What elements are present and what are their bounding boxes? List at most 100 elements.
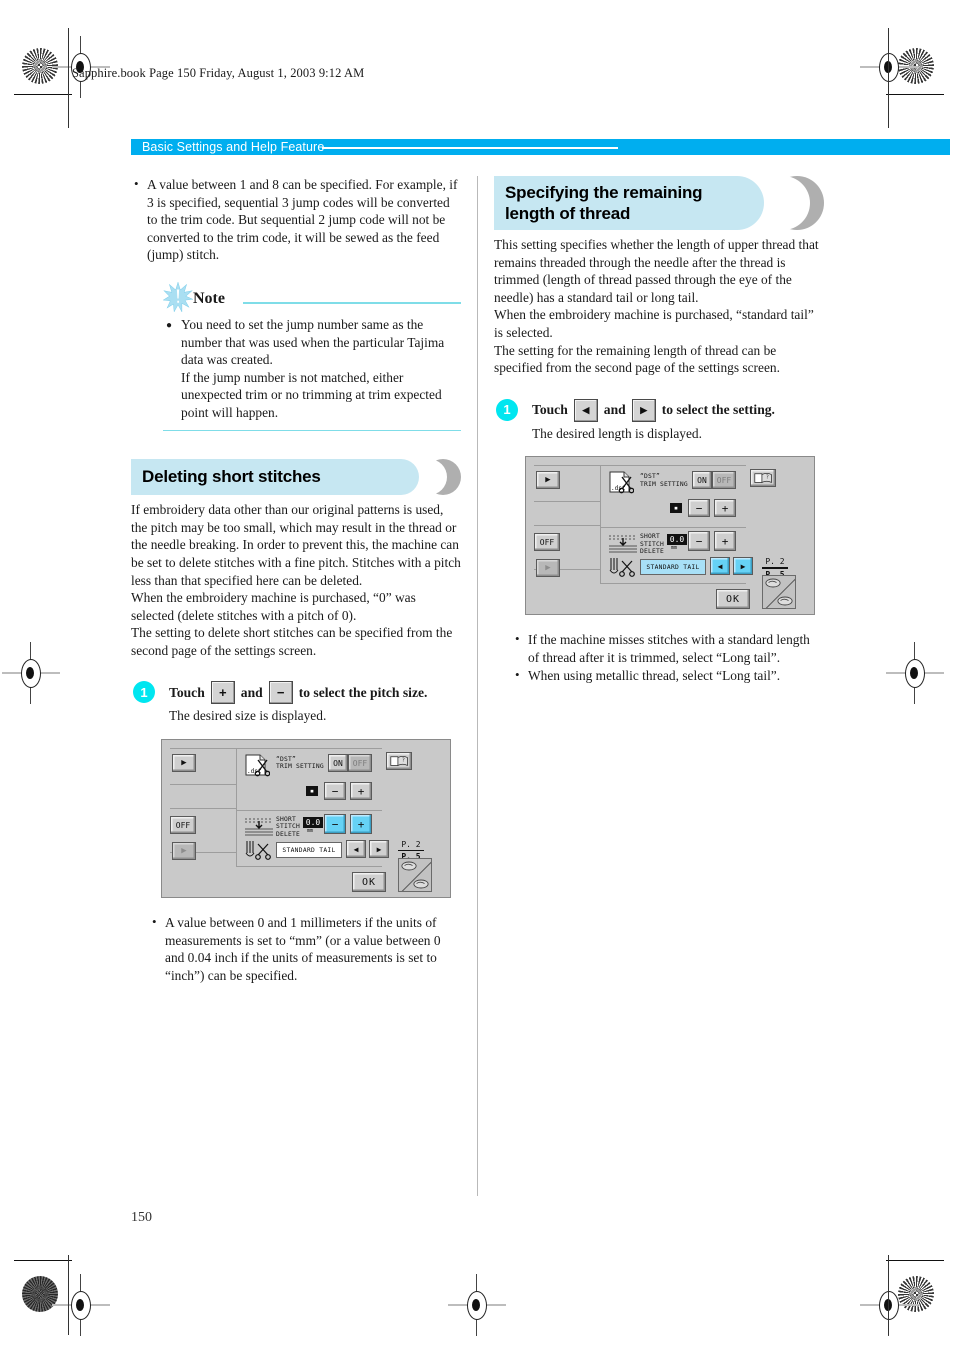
lcd-nav-up-arrow-icon: ▶	[181, 758, 187, 769]
hand-pointer-icon-2	[777, 596, 793, 606]
lcd-inner-panel: ▶ OFF ▶ ? .dst “DST” TRIM SETTING ON OFF…	[170, 746, 442, 893]
plus-key-icon[interactable]: +	[210, 681, 235, 705]
lcd-pitch-value-display: 0.0	[303, 817, 323, 829]
short-stitch-icon	[609, 535, 637, 553]
lcd-tail-value-box: STANDARD TAIL	[640, 559, 706, 576]
lcd-tail-right-button[interactable]: ▶	[733, 557, 753, 576]
needle-scissors-icon	[245, 841, 271, 860]
lcd-pitch-digits: 0.0	[669, 535, 685, 545]
page-frame-line-right-bottom	[888, 1255, 890, 1335]
lcd-page-flip-button[interactable]	[762, 575, 796, 610]
lcd-inner-panel: ▶ OFF ▶ ? .dst “DST” TRIM SETTING ON OFF…	[534, 463, 806, 610]
lcd-off-label: OFF	[539, 537, 555, 547]
registration-cross-bottom-center	[448, 1274, 506, 1336]
right-trailing-bullet-list: If the machine misses stitches with a st…	[512, 630, 824, 685]
lcd-nav-up-button[interactable]: ▶	[172, 754, 196, 773]
lcd-jump-minus-button[interactable]: −	[688, 499, 710, 518]
lcd-divider-row2	[170, 808, 236, 810]
short-stitch-icon	[245, 818, 273, 836]
step-subtext: The desired size is displayed.	[169, 708, 327, 724]
minus-icon: −	[695, 534, 703, 548]
lcd-divider-vertical	[236, 748, 237, 867]
svg-text:?: ?	[765, 474, 768, 480]
lcd-off-button[interactable]: OFF	[534, 533, 560, 552]
heading-crescent-cut	[756, 176, 810, 230]
right-column: Specifying the remaining length of threa…	[494, 176, 824, 684]
lcd-divider-main-top	[236, 748, 382, 750]
left-trailing-bullet-list: A value between 0 and 1 millimeters if t…	[149, 913, 461, 984]
svg-text:?: ?	[401, 757, 404, 763]
note-rule-bottom	[163, 429, 461, 432]
lcd-tail-value: STANDARD TAIL	[646, 563, 700, 571]
lcd-pitch-minus-button[interactable]: −	[324, 814, 346, 835]
running-head-label: Basic Settings and Help Feature	[142, 140, 325, 154]
lcd-help-manual-button[interactable]: ?	[386, 752, 412, 771]
page-frame-line-left-bottom	[68, 1255, 70, 1335]
running-head-rule	[322, 147, 618, 149]
lcd-off-label: OFF	[175, 820, 191, 830]
step-text-part2: and	[240, 684, 263, 700]
left-arrow-icon: ◀	[353, 844, 359, 854]
crop-mark-top-left	[14, 94, 72, 96]
registration-cross-right-middle	[886, 642, 944, 704]
lcd-nav-down-button[interactable]: ▶	[172, 842, 196, 861]
lcd-pitch-digits: 0.0	[305, 818, 321, 828]
lcd-dst-toggle-off[interactable]: OFF	[712, 471, 736, 490]
lcd-nav-up-button[interactable]: ▶	[536, 471, 560, 490]
lcd-short-stitch-label: SHORT STITCH DELETE	[640, 533, 664, 556]
lcd-tail-right-button[interactable]: ▶	[369, 840, 389, 859]
lcd-help-manual-button[interactable]: ?	[750, 469, 776, 488]
right-arrow-key-icon[interactable]: ▶	[631, 398, 656, 422]
lcd-dst-toggle-on[interactable]: ON	[328, 754, 348, 773]
page-title: Deleting short stitches	[142, 467, 321, 487]
note-item-list: You need to set the jump number same as …	[131, 316, 461, 422]
lcd-pitch-minus-button[interactable]: −	[688, 531, 710, 552]
lcd-dst-toggle-off[interactable]: OFF	[348, 754, 372, 773]
lcd-ok-button[interactable]: OK	[352, 872, 386, 893]
lcd-jump-minus-button[interactable]: −	[324, 782, 346, 801]
lcd-short-stitch-label: SHORT STITCH DELETE	[276, 816, 300, 838]
page-title: Specifying the remaining length of threa…	[505, 176, 703, 230]
lcd-pitch-plus-button[interactable]: +	[350, 814, 372, 835]
lcd-divider-main-mid	[236, 810, 382, 812]
list-item: A value between 0 and 1 millimeters if t…	[149, 913, 461, 984]
lcd-nav-down-button[interactable]: ▶	[536, 559, 560, 578]
left-column: A value between 1 and 8 can be specified…	[131, 175, 461, 984]
lcd-divider-main-bot	[600, 583, 746, 585]
lcd-jump-plus-button[interactable]: +	[350, 782, 372, 801]
minus-key-icon[interactable]: −	[268, 681, 293, 705]
lcd-ok-button[interactable]: OK	[716, 589, 750, 610]
hand-pointer-icon-2	[413, 879, 429, 889]
page-frame-line-right	[888, 28, 890, 128]
lcd-jump-count-display: ▪	[306, 786, 318, 797]
hand-pointer-icon	[765, 578, 781, 588]
lcd-pitch-plus-button[interactable]: +	[714, 531, 736, 552]
lcd-tail-left-button[interactable]: ◀	[346, 840, 366, 859]
page-frame-line-left	[68, 28, 70, 128]
list-item: When using metallic thread, select “Long…	[512, 666, 824, 685]
lcd-screenshot-short-stitch: ▶ OFF ▶ ? .dst “DST” TRIM SETTING ON OFF…	[161, 739, 451, 899]
registration-cross-bottom-left	[52, 1274, 110, 1336]
step-subtext: The desired length is displayed.	[532, 425, 702, 441]
lcd-dst-toggle-on[interactable]: ON	[692, 471, 712, 490]
manual-help-icon: ?	[389, 755, 408, 766]
heading-line-2: length of thread	[505, 204, 631, 223]
lcd-divider-main-top	[600, 465, 746, 467]
right-arrow-icon: ▶	[376, 844, 382, 854]
dst-file-scissors-icon: .dst	[609, 471, 634, 494]
list-item: You need to set the jump number same as …	[163, 316, 461, 422]
lcd-tail-left-button[interactable]: ◀	[710, 557, 730, 576]
step-text-part1: Touch	[169, 684, 205, 700]
lcd-page-flip-button[interactable]	[398, 858, 432, 893]
lcd-jump-count-display: ▪	[670, 503, 682, 514]
plus-icon: +	[721, 501, 729, 515]
minus-icon: −	[331, 784, 339, 798]
left-arrow-key-icon[interactable]: ◀	[573, 398, 598, 422]
lcd-pitch-value-display: 0.0	[667, 534, 687, 546]
lcd-off-button[interactable]: OFF	[170, 816, 196, 835]
step-1-block: 1 Touch + and − to select the pitch size…	[131, 681, 461, 725]
lcd-jump-plus-button[interactable]: +	[714, 499, 736, 518]
lcd-divider-row1	[534, 501, 600, 503]
right-arrow-icon: ▶	[740, 561, 746, 571]
step-text-part3: to select the setting.	[661, 402, 775, 418]
